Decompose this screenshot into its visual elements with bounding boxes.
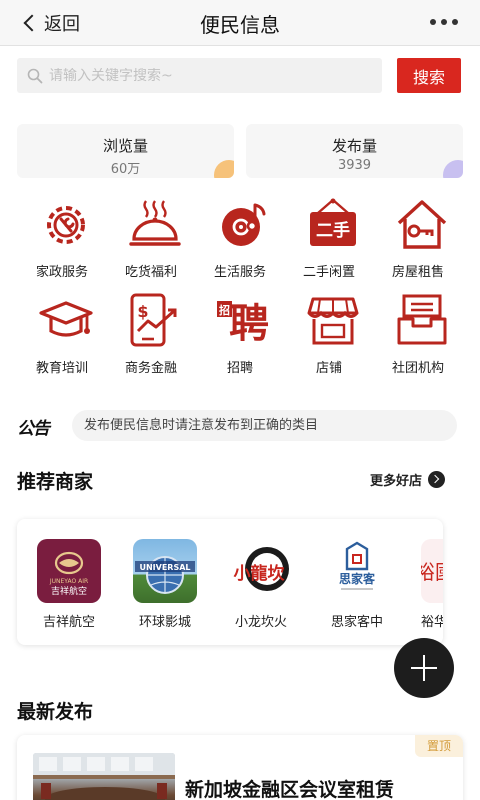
- merchant-logo: JUNEYAO AIR 吉祥航空: [37, 539, 101, 603]
- category-label: 二手闲置: [302, 265, 355, 280]
- globe-logo-icon: UNIVERSAL: [135, 556, 195, 594]
- search-icon: [27, 68, 43, 83]
- merchant-name: 环球影城: [138, 615, 191, 630]
- more-shops-link[interactable]: 更多好店: [370, 470, 445, 489]
- hotel-logo-icon: 思家客: [339, 541, 376, 590]
- post-title: 新加坡金融区会议室租赁: [185, 779, 395, 800]
- notice-bar[interactable]: 发布便民信息时请注意发布到正确的类目: [72, 410, 457, 441]
- search-input[interactable]: [49, 67, 369, 84]
- house-key-icon: [397, 200, 447, 249]
- category-second-hand[interactable]: 二手 二手闲置: [284, 195, 374, 285]
- category-organizations[interactable]: 社团机构: [373, 291, 463, 381]
- category-label: 商务金融: [124, 361, 177, 376]
- merchant-logo-text: 思家客: [339, 571, 376, 586]
- category-life-service[interactable]: 生活服务: [195, 195, 285, 285]
- stat-label: 浏览量: [102, 137, 148, 155]
- category-label: 招聘: [226, 361, 253, 376]
- more-options-icon[interactable]: [430, 19, 458, 25]
- search-button[interactable]: 搜索: [397, 58, 461, 93]
- category-label: 吃货福利: [124, 265, 177, 280]
- merchant-logo-text: 吉祥航空: [51, 585, 87, 597]
- merchant-logo: 小龍坎: [229, 539, 293, 603]
- nav-bar: 返回 便民信息: [0, 0, 480, 46]
- merchant-logo: 思家客: [325, 539, 389, 603]
- category-recruit[interactable]: 聘 招 招聘: [195, 291, 285, 381]
- merchant-name: 裕华: [421, 615, 443, 630]
- food-cloche-icon: [129, 200, 181, 246]
- category-shop[interactable]: 店铺: [284, 291, 374, 381]
- category-finance[interactable]: $ 商务金融: [106, 291, 196, 381]
- page-title: 便民信息: [200, 13, 280, 37]
- category-label: 房屋租售: [391, 265, 444, 280]
- stat-label: 发布量: [331, 137, 377, 155]
- merchant-logo: UNIVERSAL: [133, 539, 197, 603]
- pinned-badge: 置顶: [415, 735, 463, 757]
- category-house-rent[interactable]: 房屋租售: [373, 195, 463, 285]
- second-hand-sign-icon: 二手: [310, 198, 356, 246]
- category-label: 教育培训: [35, 361, 88, 376]
- storefront-icon: [307, 297, 359, 345]
- airline-logo-icon: JUNEYAO AIR 吉祥航空: [49, 551, 88, 597]
- category-label: 店铺: [315, 361, 342, 376]
- stat-card-posts: 发布量 3939: [246, 124, 463, 178]
- category-label: 社团机构: [391, 361, 444, 376]
- more-shops-label: 更多好店: [369, 474, 422, 489]
- hotpot-logo-icon: 小龍坎: [234, 547, 289, 591]
- merchant-item[interactable]: UNIVERSAL 环球影城: [125, 539, 205, 630]
- merchant-logo: 裕國: [421, 539, 443, 603]
- stat-value: 60万: [110, 162, 141, 177]
- meeting-room-photo: [33, 753, 175, 800]
- merchant-logo-text: UNIVERSAL: [139, 563, 190, 572]
- gear-wrench-icon: [47, 206, 85, 244]
- svg-text:二手: 二手: [316, 220, 350, 241]
- notice-logo: 公告: [17, 419, 50, 439]
- brand-logo-icon: 裕國: [421, 560, 443, 584]
- merchant-logo-text: 小龍坎: [234, 563, 285, 584]
- category-food[interactable]: 吃货福利: [106, 195, 196, 285]
- category-housekeeping[interactable]: 家政服务: [17, 195, 107, 285]
- latest-post-card[interactable]: 新加坡金融区会议室租赁 置顶: [17, 735, 463, 800]
- svg-text:聘: 聘: [229, 301, 269, 347]
- merchant-item[interactable]: JUNEYAO AIR 吉祥航空 吉祥航空: [29, 539, 109, 630]
- stat-value: 3939: [337, 158, 372, 173]
- inbox-tray-icon: [397, 294, 447, 345]
- merchant-name: 小龙坎火: [234, 615, 287, 630]
- category-education[interactable]: 教育培训: [17, 291, 107, 381]
- svg-text:$: $: [137, 302, 148, 321]
- stat-card-views: 浏览量 60万: [17, 124, 234, 178]
- merchant-logo-sub: JUNEYAO AIR: [49, 578, 88, 585]
- merchant-name: 吉祥航空: [42, 615, 95, 630]
- add-post-button[interactable]: [394, 638, 454, 698]
- category-label: 生活服务: [213, 265, 266, 280]
- music-disc-icon: [222, 203, 266, 246]
- svg-text:招: 招: [219, 303, 230, 317]
- latest-section-title: 最新发布: [17, 701, 94, 723]
- graduation-cap-icon: [39, 301, 93, 337]
- merchant-item[interactable]: 裕國 裕华: [413, 539, 443, 630]
- search-box: [17, 58, 382, 93]
- merchants-section-title: 推荐商家: [17, 471, 94, 493]
- finance-phone-icon: $: [130, 293, 177, 347]
- merchant-item[interactable]: 小龍坎 小龙坎火: [221, 539, 301, 630]
- merchant-logo-text: 裕國: [421, 560, 443, 584]
- merchant-carousel[interactable]: JUNEYAO AIR 吉祥航空 吉祥航空 UNIVERSAL 环球影城 小龍坎…: [17, 519, 443, 645]
- merchant-name: 思家客中: [330, 615, 383, 630]
- post-thumbnail: [33, 753, 175, 800]
- chevron-right-icon: [428, 471, 445, 488]
- merchant-item[interactable]: 思家客 思家客中: [317, 539, 397, 630]
- recruit-icon: 聘 招: [217, 301, 269, 347]
- category-label: 家政服务: [35, 265, 88, 280]
